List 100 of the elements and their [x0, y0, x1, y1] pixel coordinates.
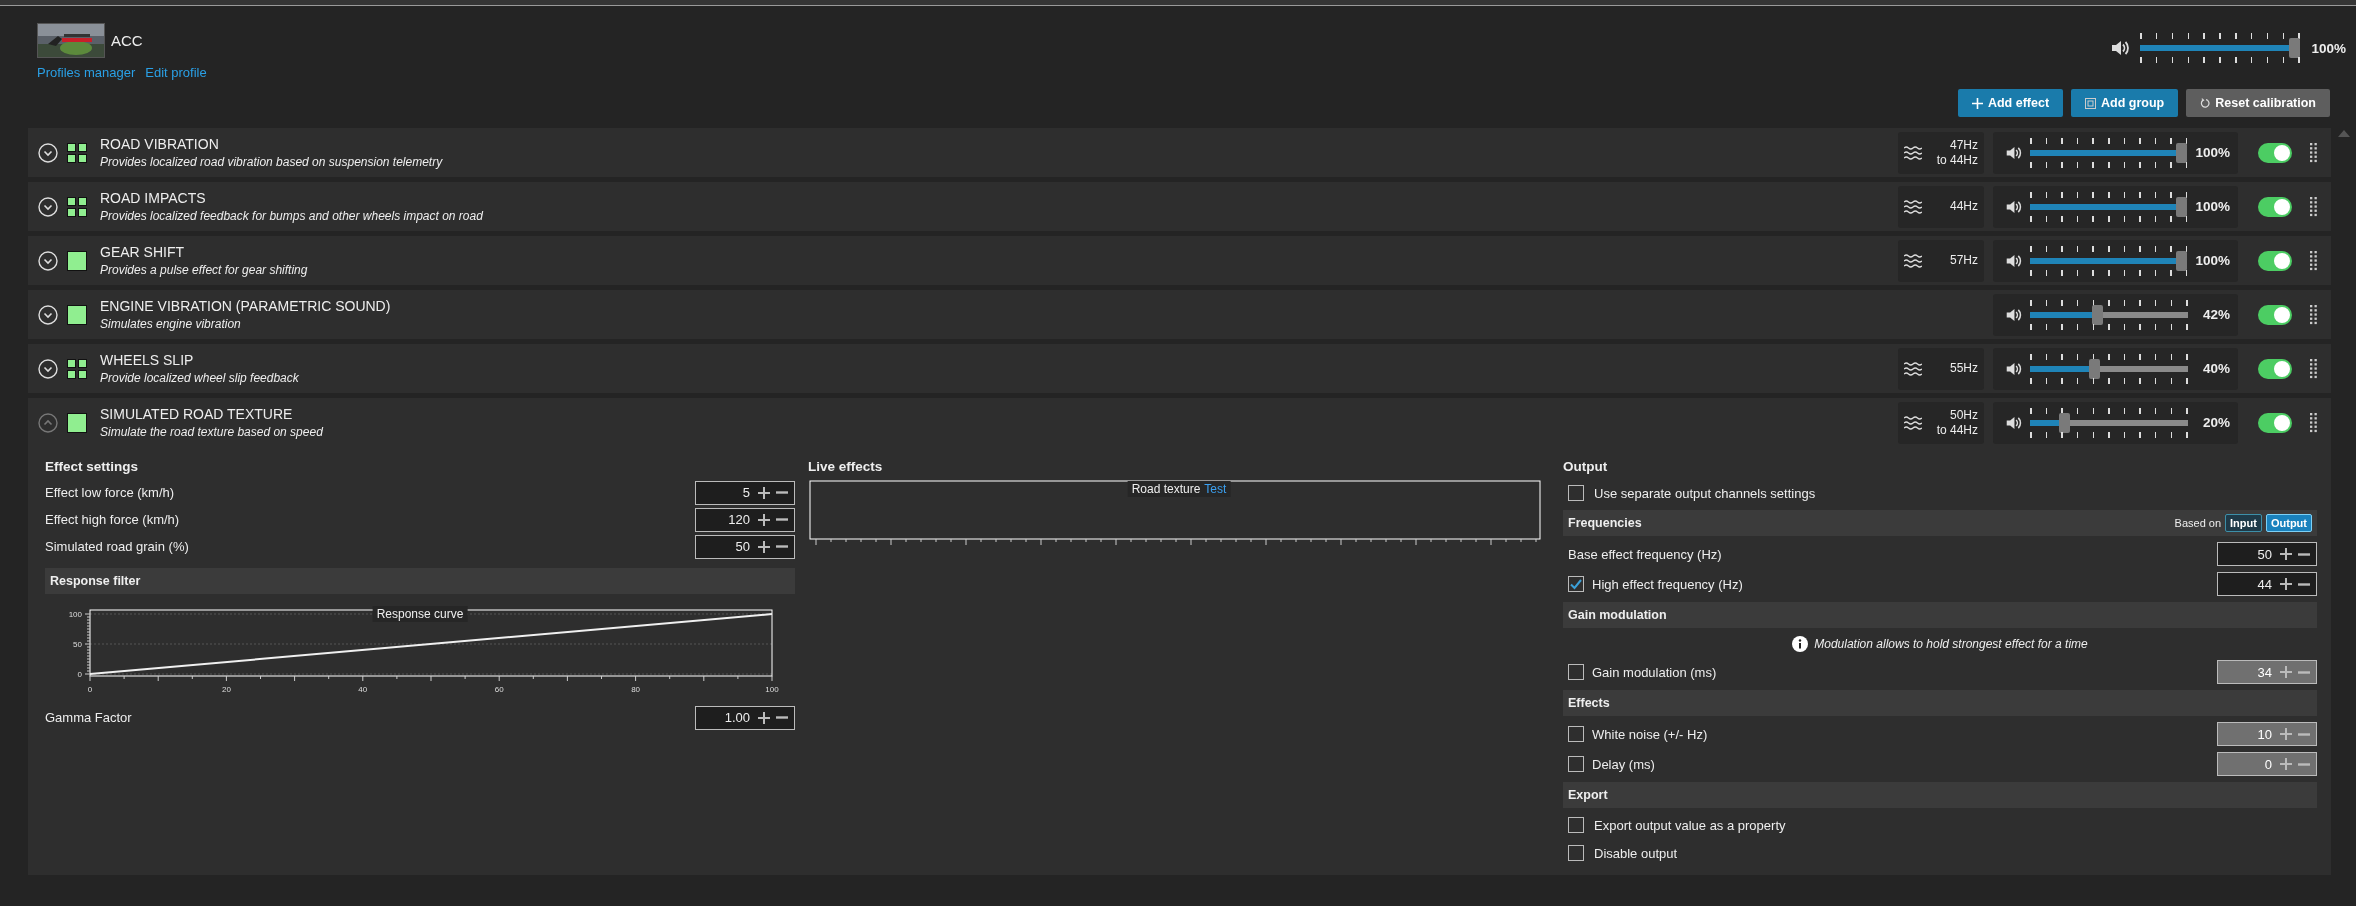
frequency-box[interactable]: 47Hz to 44Hz: [1898, 131, 1984, 174]
group-icon: [2085, 97, 2097, 109]
plus-icon[interactable]: [758, 486, 770, 499]
volume-reading: 42%: [2201, 307, 2230, 322]
effect-description: Provide localized wheel slip feedback: [100, 371, 300, 385]
expand-icon[interactable]: [38, 142, 58, 163]
number-field[interactable]: 1.00: [695, 705, 795, 730]
speaker-icon[interactable]: [2110, 38, 2130, 58]
chart-title: Response curve: [376, 607, 464, 621]
section-header: Export: [1568, 788, 1608, 802]
section-title: Live effects: [808, 457, 884, 476]
frequency-box[interactable]: 50Hz to 44Hz: [1898, 401, 1984, 444]
slider-thumb[interactable]: [2289, 38, 2300, 58]
mode-toggle[interactable]: Input: [2225, 514, 2262, 532]
drag-handle-icon[interactable]: [2310, 412, 2317, 433]
toggle-switch[interactable]: [2258, 412, 2292, 433]
volume-slider[interactable]: [2140, 33, 2300, 63]
option-label: Delay (ms): [1592, 756, 1655, 772]
checkbox[interactable]: [1568, 845, 1584, 861]
number-field[interactable]: 50: [2217, 542, 2317, 566]
drag-handle-icon[interactable]: [2310, 196, 2317, 217]
minus-icon[interactable]: [2298, 552, 2310, 556]
number-field[interactable]: 120: [695, 507, 795, 532]
volume-reading: 100%: [2195, 253, 2230, 268]
frequency-box[interactable]: 57Hz: [1898, 239, 1984, 282]
slider-thumb[interactable]: [2176, 250, 2188, 271]
option-label: Gain modulation (ms): [1592, 664, 1717, 680]
effect-title: ROAD IMPACTS: [100, 190, 207, 206]
slider-thumb[interactable]: [2088, 358, 2100, 379]
effect-title: ROAD VIBRATION: [100, 136, 220, 152]
checkbox[interactable]: [1568, 817, 1584, 833]
axis-label: 100: [765, 685, 779, 694]
slider-thumb[interactable]: [2091, 304, 2103, 325]
slider-thumb[interactable]: [2176, 196, 2188, 217]
number-field[interactable]: 50: [695, 534, 795, 559]
number-field[interactable]: 44: [2217, 572, 2317, 596]
option-label: Export output value as a property: [1594, 817, 1786, 833]
effect-description: Simulate the road texture based on speed: [100, 425, 324, 439]
wave-icon: [1904, 199, 1922, 214]
volume-slider[interactable]: [2030, 245, 2188, 276]
drag-handle-icon[interactable]: [2310, 304, 2317, 325]
drag-handle-icon[interactable]: [2310, 250, 2317, 271]
collapse-icon[interactable]: [38, 412, 58, 433]
volume-slider[interactable]: [2030, 299, 2188, 330]
drag-handle-icon[interactable]: [2310, 358, 2317, 379]
wave-icon: [1904, 415, 1922, 430]
toggle-switch[interactable]: [2258, 358, 2292, 379]
expand-icon[interactable]: [38, 304, 58, 325]
reset-button[interactable]: Reset calibration: [2186, 89, 2330, 117]
effect-title: WHEELS SLIP: [100, 352, 195, 368]
plus-icon[interactable]: [2280, 578, 2292, 590]
minus-icon[interactable]: [2298, 582, 2310, 586]
wave-icon: [1904, 361, 1922, 376]
volume-reading: 40%: [2201, 361, 2230, 376]
axis-label: 50: [73, 640, 82, 649]
field-label: Simulated road grain (%): [45, 539, 189, 554]
volume-reading: 100%: [2310, 40, 2346, 56]
plus-icon[interactable]: [758, 540, 770, 553]
effect-description: Provides a pulse effect for gear shifting: [100, 263, 309, 277]
add-button[interactable]: Add group: [2071, 89, 2179, 117]
toggle-switch[interactable]: [2258, 196, 2292, 217]
axis-label: 60: [494, 685, 504, 694]
plus-icon[interactable]: [758, 711, 770, 724]
option-label: High effect frequency (Hz): [1592, 576, 1743, 592]
effect-description: Simulates engine vibration: [100, 317, 242, 331]
frequency-box[interactable]: 44Hz: [1898, 185, 1984, 228]
profile-link[interactable]: Edit profile: [145, 65, 207, 80]
volume-slider[interactable]: [2030, 191, 2188, 222]
profile-link[interactable]: Profiles manager: [37, 65, 136, 80]
expand-icon[interactable]: [38, 358, 58, 379]
number-field[interactable]: 5: [695, 480, 795, 505]
plus-icon[interactable]: [758, 513, 770, 526]
option-label: Base effect frequency (Hz): [1568, 546, 1722, 562]
field-label: Gamma Factor: [45, 710, 132, 725]
toggle-switch[interactable]: [2258, 250, 2292, 271]
drag-handle-icon[interactable]: [2310, 142, 2317, 163]
add-button[interactable]: Add effect: [1957, 89, 2064, 117]
toggle-switch[interactable]: [2258, 142, 2292, 163]
toggle-switch[interactable]: [2258, 304, 2292, 325]
mode-toggle[interactable]: Output: [2265, 514, 2312, 532]
plus-icon: [1971, 97, 1983, 109]
volume-reading: 20%: [2201, 415, 2230, 430]
volume-reading: 100%: [2195, 199, 2230, 214]
checkbox[interactable]: [1568, 485, 1584, 501]
expand-icon[interactable]: [38, 250, 58, 271]
expand-icon[interactable]: [38, 196, 58, 217]
test-link[interactable]: Test: [1204, 482, 1227, 496]
frequency-text: 47Hz: [1950, 137, 1978, 153]
chart-title: Road texture: [1131, 482, 1201, 496]
volume-slider[interactable]: [2030, 353, 2188, 384]
slider-thumb[interactable]: [2176, 142, 2188, 163]
volume-slider[interactable]: [2030, 407, 2188, 438]
profile-name: ACC: [111, 32, 143, 49]
field-label: Effect low force (km/h): [45, 485, 175, 500]
slider-thumb[interactable]: [2059, 412, 2071, 433]
checkbox[interactable]: [1568, 576, 1584, 592]
volume-slider[interactable]: [2030, 137, 2188, 168]
plus-icon[interactable]: [2280, 548, 2292, 560]
frequency-box[interactable]: 55Hz: [1898, 347, 1984, 390]
frequency-text: 50Hz: [1950, 407, 1978, 423]
